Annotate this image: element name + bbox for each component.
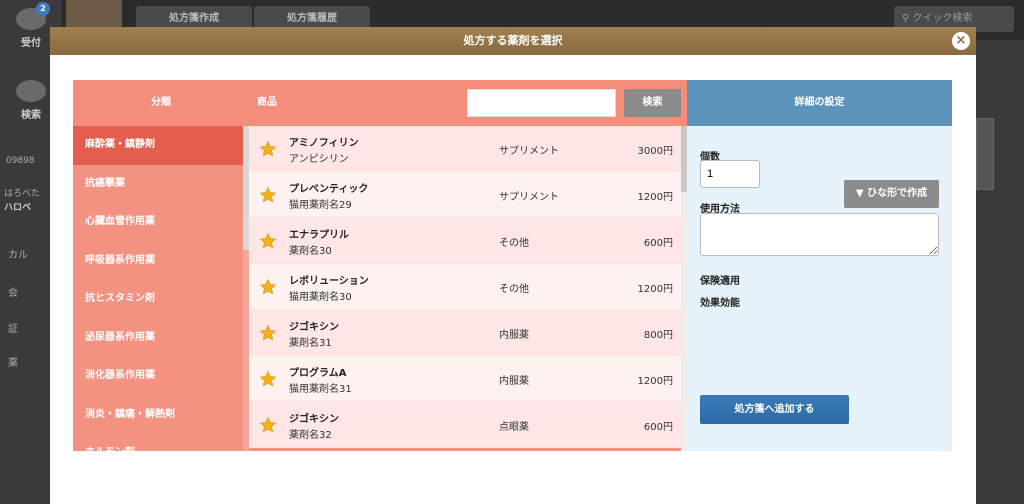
- product-price: 600円: [643, 422, 673, 433]
- product-subname: 猫用薬剤名30: [289, 292, 352, 303]
- product-row[interactable]: プレベンティック 猫用薬剤名29 サプリメント 1200円: [249, 172, 681, 218]
- patient-name: ハロベ: [4, 203, 32, 213]
- category-item-anesthetic[interactable]: 麻酔薬・鎮静剤: [73, 126, 243, 165]
- reception-icon: 2: [16, 2, 50, 30]
- product-name: エナラプリル: [289, 230, 349, 241]
- product-name: ジゴキシン: [289, 322, 339, 333]
- product-type: サプリメント: [499, 192, 559, 203]
- category-item-hormone[interactable]: ホルモン剤: [73, 434, 243, 451]
- product-row[interactable]: プログラムA 猫用薬剤名31 内服薬 1200円: [249, 356, 681, 402]
- product-name: プレベンティック: [289, 184, 369, 195]
- star-icon[interactable]: [259, 232, 277, 250]
- product-row[interactable]: ジゴキシン 薬剤名31 内服薬 800円: [249, 310, 681, 356]
- product-row[interactable]: エナラプリル 薬剤名30 その他 600円: [249, 218, 681, 264]
- menu-item-karte[interactable]: カル: [8, 246, 28, 261]
- patient-kana: はろべた: [4, 189, 41, 199]
- product-list: アミノフィリン アンピシリン サプリメント 3000円 プレベンティック 猫用薬…: [249, 126, 681, 451]
- category-list: 麻酔薬・鎮静剤 抗癌撃薬 心臓血管作用薬 呼吸器系作用薬 抗ヒスタミン剤 泌尿器…: [73, 126, 243, 451]
- product-price: 3000円: [637, 146, 673, 157]
- product-header: 商品: [257, 97, 277, 108]
- product-subname: アンピシリン: [289, 154, 349, 165]
- category-item-anti-inflammatory[interactable]: 消炎・鎮痛・解熱剤: [73, 396, 243, 435]
- search-person-icon: [16, 80, 46, 102]
- product-subname: 薬剤名30: [289, 246, 332, 257]
- sidebar-item-label: 受付: [21, 38, 41, 49]
- medicine-list-area: 分類 商品 検索 麻酔薬・鎮静剤 抗癌撃薬 心臓血管作用薬 呼吸器系作用薬 抗ヒ…: [73, 80, 687, 451]
- category-item-urinary[interactable]: 泌尿器系作用薬: [73, 319, 243, 358]
- product-row[interactable]: レボリューション 猫用薬剤名30 その他 1200円: [249, 264, 681, 310]
- menu-item-medicine[interactable]: 薬: [8, 354, 18, 369]
- star-icon[interactable]: [259, 416, 277, 434]
- sidebar-item-label: 検索: [21, 110, 41, 121]
- product-price: 800円: [643, 330, 673, 341]
- star-icon[interactable]: [259, 370, 277, 388]
- category-item-cardiovascular[interactable]: 心臓血管作用薬: [73, 203, 243, 242]
- product-type: 点眼薬: [499, 422, 529, 433]
- category-item-anticancer[interactable]: 抗癌撃薬: [73, 165, 243, 204]
- background-panel: [976, 118, 994, 190]
- product-price: 600円: [643, 238, 673, 249]
- product-type: その他: [499, 284, 529, 295]
- close-icon[interactable]: ×: [952, 32, 970, 50]
- patient-id: 09898: [6, 156, 35, 166]
- detail-header: 詳細の設定: [687, 80, 952, 126]
- star-icon[interactable]: [259, 140, 277, 158]
- menu-item-accounting[interactable]: 会: [8, 284, 18, 299]
- search-input[interactable]: [467, 89, 616, 117]
- category-item-respiratory[interactable]: 呼吸器系作用薬: [73, 242, 243, 281]
- medicine-select-modal: 処方する薬剤を選択 × 分類 商品 検索 麻酔薬・鎮静剤 抗癌撃薬 心臓血管作用…: [50, 27, 976, 504]
- modal-body: 分類 商品 検索 麻酔薬・鎮静剤 抗癌撃薬 心臓血管作用薬 呼吸器系作用薬 抗ヒ…: [73, 80, 952, 451]
- product-price: 1200円: [637, 284, 673, 295]
- product-name: ジゴキシン: [289, 414, 339, 425]
- product-price: 1200円: [637, 376, 673, 387]
- star-icon[interactable]: [259, 186, 277, 204]
- quantity-field[interactable]: [700, 160, 760, 188]
- product-row[interactable]: ジゴキシン 薬剤名32 点眼薬 600円: [249, 402, 681, 448]
- detail-settings-panel: 詳細の設定 個数 ▼ ひな形で作成 使用方法 保険適用 効果効能 処方箋へ追加す…: [687, 80, 952, 451]
- product-subname: 猫用薬剤名29: [289, 200, 352, 211]
- search-button[interactable]: 検索: [624, 89, 681, 117]
- product-name: レボリューション: [289, 276, 369, 287]
- usage-textarea[interactable]: [700, 213, 939, 256]
- category-item-digestive[interactable]: 消化器系作用薬: [73, 357, 243, 396]
- product-type: 内服薬: [499, 330, 529, 341]
- insurance-label: 保険適用: [700, 276, 740, 287]
- menu-item-certificate[interactable]: 証: [8, 320, 18, 335]
- product-type: 内服薬: [499, 376, 529, 387]
- product-name: プログラムA: [289, 368, 347, 379]
- modal-header: 処方する薬剤を選択 ×: [50, 27, 976, 55]
- product-type: サプリメント: [499, 146, 559, 157]
- product-row[interactable]: アミノフィリン アンピシリン サプリメント 3000円: [249, 126, 681, 172]
- modal-title: 処方する薬剤を選択: [463, 34, 563, 47]
- category-item-antihistamine[interactable]: 抗ヒスタミン剤: [73, 280, 243, 319]
- template-create-button[interactable]: ▼ ひな形で作成: [844, 180, 939, 208]
- product-type: その他: [499, 238, 529, 249]
- product-subname: 猫用薬剤名31: [289, 384, 352, 395]
- add-to-prescription-button[interactable]: 処方箋へ追加する: [700, 395, 849, 424]
- product-price: 1200円: [637, 192, 673, 203]
- star-icon[interactable]: [259, 324, 277, 342]
- category-header: 分類: [151, 97, 171, 108]
- efficacy-label: 効果効能: [700, 298, 740, 309]
- notification-badge: 2: [36, 2, 50, 16]
- search-icon: ⚲: [902, 13, 913, 24]
- star-icon[interactable]: [259, 278, 277, 296]
- product-subname: 薬剤名32: [289, 430, 332, 441]
- list-header: 分類 商品 検索: [73, 80, 687, 126]
- product-subname: 薬剤名31: [289, 338, 332, 349]
- product-name: アミノフィリン: [289, 138, 359, 149]
